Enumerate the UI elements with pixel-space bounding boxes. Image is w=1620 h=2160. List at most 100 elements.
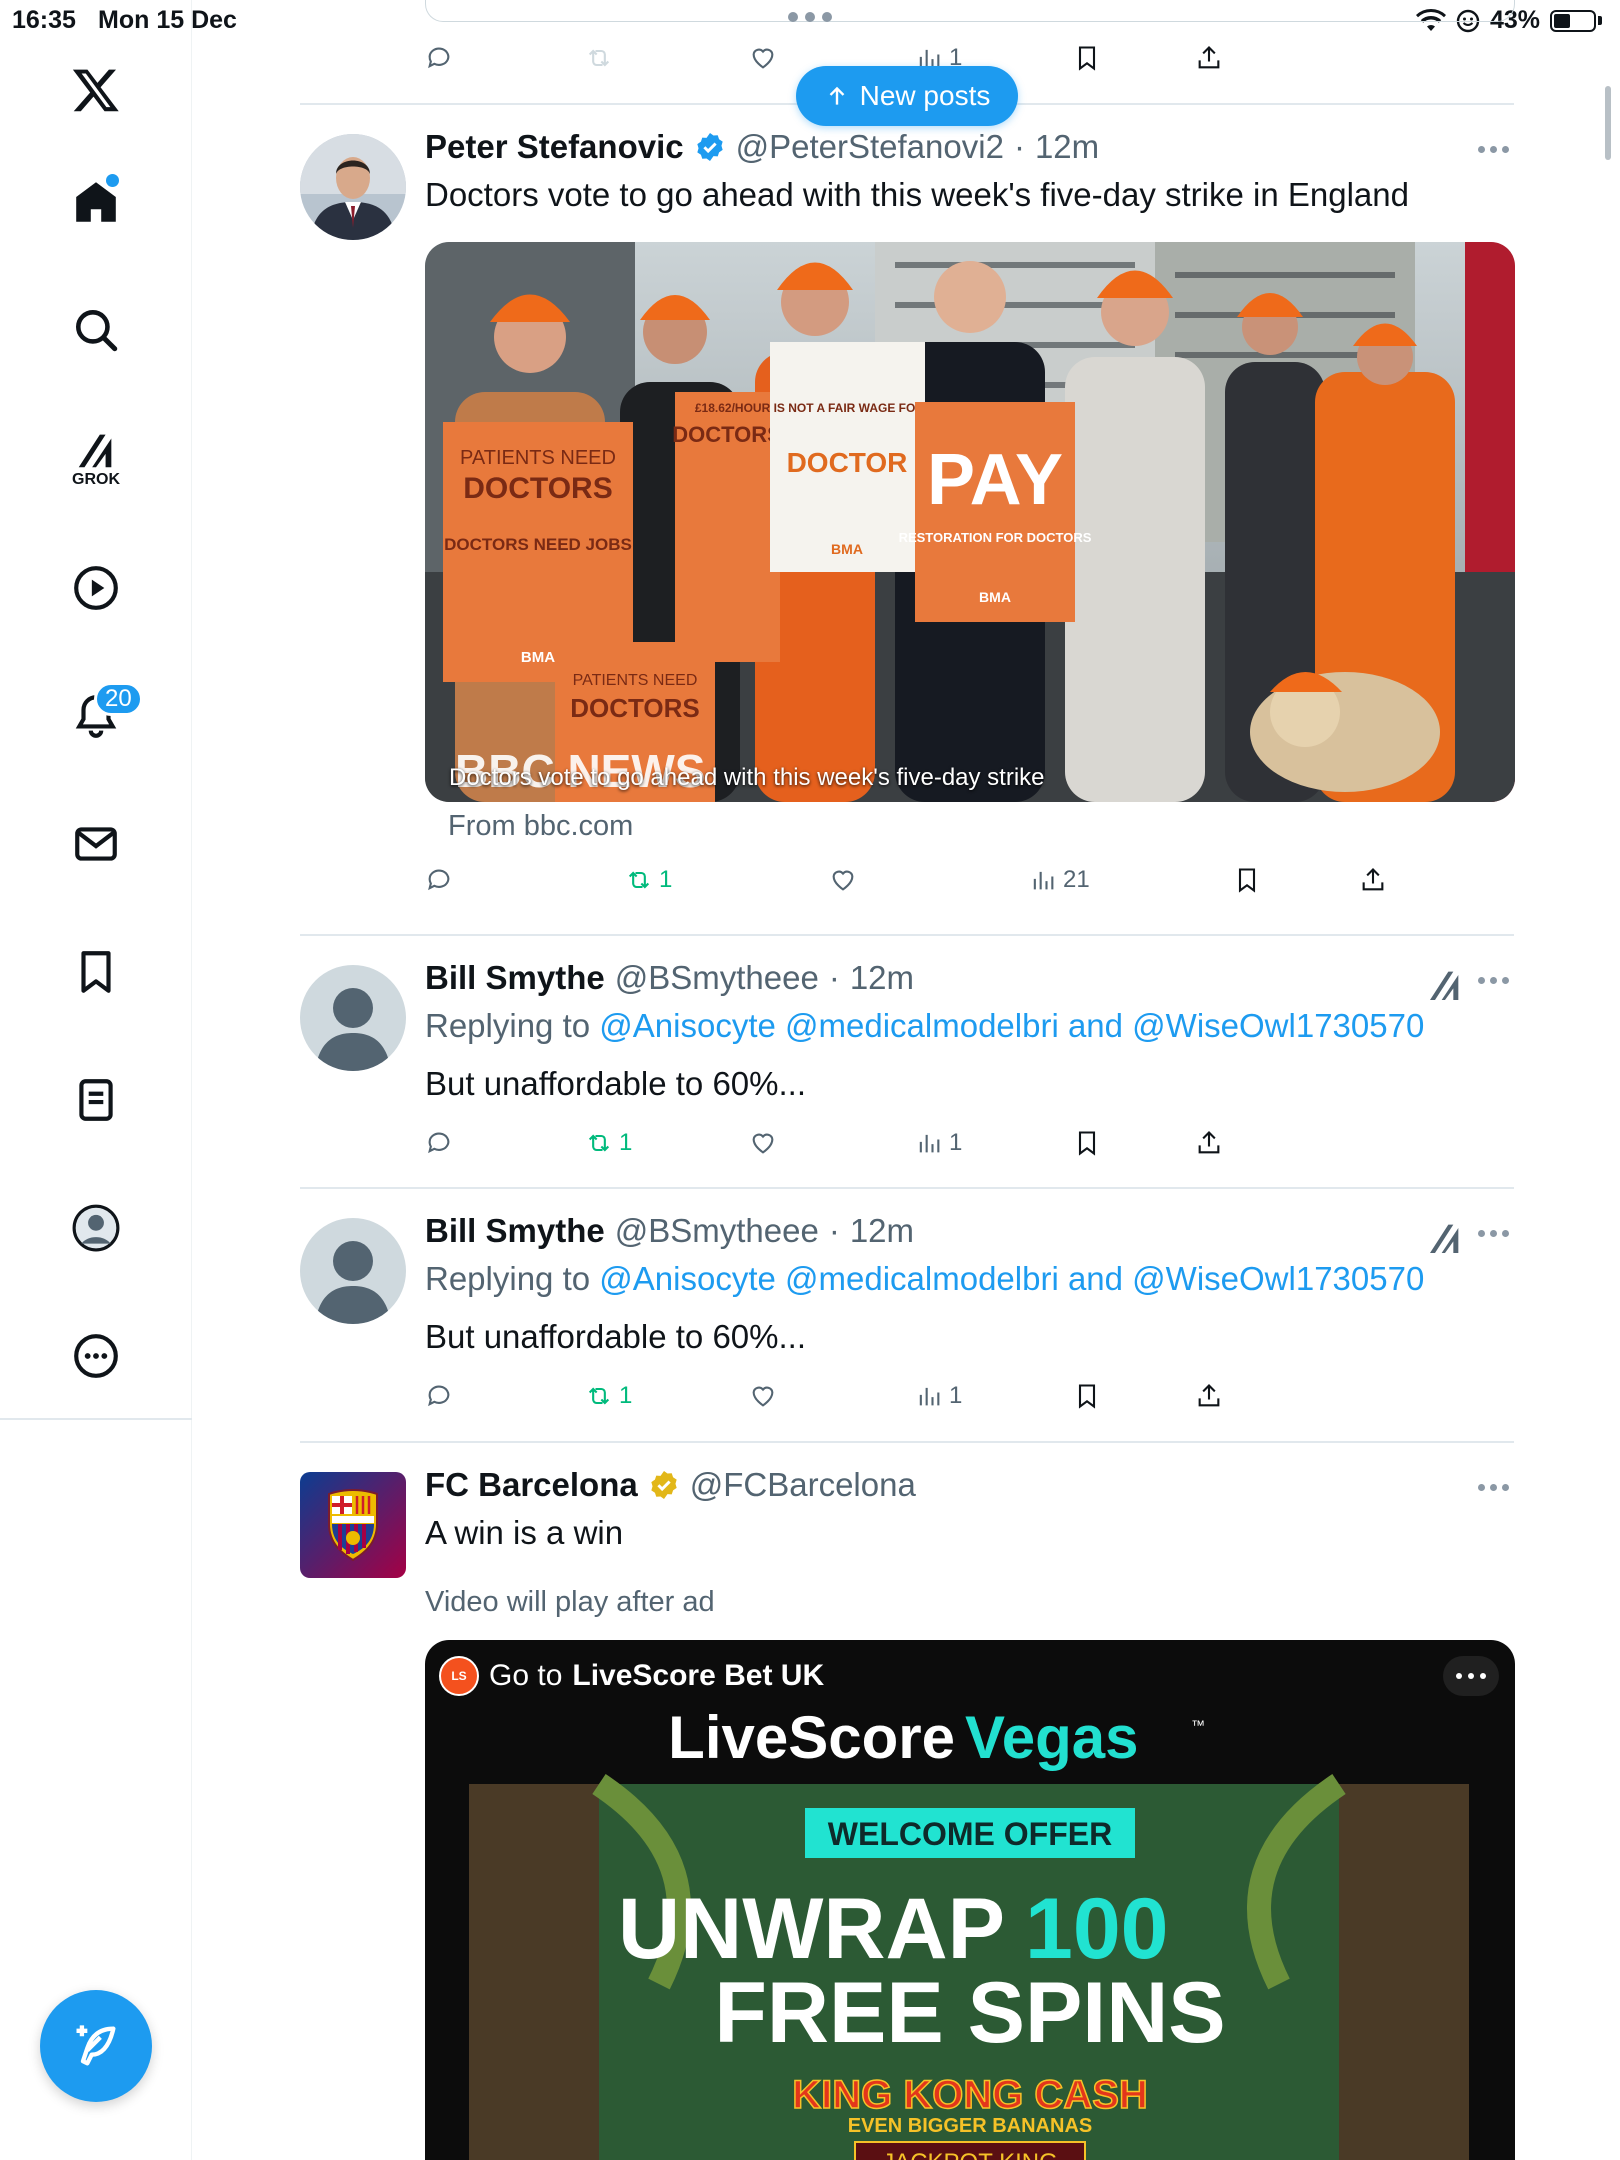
card-source[interactable]: From bbc.com <box>448 810 633 843</box>
svg-text:UNWRAP: UNWRAP <box>618 1881 1005 1977</box>
profile-avatar-icon[interactable] <box>56 1188 136 1268</box>
card-caption: Doctors vote to go ahead with this week'… <box>449 764 1045 791</box>
svg-text:™: ™ <box>1191 1717 1205 1733</box>
lists-icon[interactable] <box>56 1060 136 1140</box>
ad-header-prefix: Go to <box>489 1659 563 1692</box>
separator: · <box>828 959 840 996</box>
home-icon[interactable] <box>56 162 136 242</box>
default-avatar[interactable] <box>300 1218 406 1324</box>
post-more-button[interactable] <box>1478 1230 1514 1240</box>
author-name[interactable]: Peter Stefanovic <box>425 128 684 166</box>
svg-text:DOCTORS: DOCTORS <box>463 472 612 505</box>
compose-feather-icon <box>76 2025 116 2066</box>
post-bill-smythe: Bill Smythe @BSmytheee · 12m Replying to… <box>300 935 1514 1187</box>
author-handle[interactable]: @BSmytheee <box>615 1212 819 1250</box>
views-button[interactable]: 1 <box>915 1382 962 1410</box>
video-play-icon[interactable] <box>56 548 136 628</box>
svg-text:PATIENTS NEED: PATIENTS NEED <box>573 672 698 689</box>
livescore-logo-icon: LS <box>439 1656 479 1696</box>
retweet-count: 1 <box>619 1382 633 1409</box>
author-handle[interactable]: @FCBarcelona <box>690 1466 916 1504</box>
reply-button[interactable] <box>425 1382 453 1410</box>
window-grabber[interactable] <box>788 12 848 24</box>
verified-badge-icon <box>696 133 723 161</box>
notifications-bell-icon[interactable]: 20 <box>56 676 143 756</box>
share-button[interactable] <box>1195 1382 1223 1410</box>
post-actions: 1 21 <box>425 866 1384 906</box>
author-name[interactable]: Bill Smythe <box>425 1212 605 1250</box>
gold-verified-badge-icon <box>651 1471 677 1499</box>
svg-text:100: 100 <box>1025 1881 1169 1977</box>
bookmark-button[interactable] <box>1073 1129 1101 1157</box>
author-name[interactable]: Bill Smythe <box>425 959 605 997</box>
like-button[interactable] <box>829 866 857 894</box>
bookmark-button[interactable] <box>1233 866 1261 894</box>
ad-header-brand: LiveScore Bet UK <box>572 1659 825 1692</box>
messages-mail-icon[interactable] <box>56 804 136 884</box>
bookmark-button[interactable] <box>1073 44 1101 72</box>
retweet-button[interactable]: 1 <box>585 1129 632 1157</box>
search-icon[interactable] <box>56 290 136 370</box>
author-handle[interactable]: @PeterStefanovi2 <box>736 128 1004 166</box>
share-button[interactable] <box>1359 866 1387 894</box>
author-name[interactable]: FC Barcelona <box>425 1466 638 1504</box>
svg-text:KING KONG CASH: KING KONG CASH <box>792 2073 1148 2117</box>
scrollbar-thumb[interactable] <box>1605 86 1611 160</box>
post-more-button[interactable] <box>1478 1484 1514 1494</box>
like-button[interactable] <box>749 44 777 72</box>
views-count: 1 <box>949 1129 963 1156</box>
post-time[interactable]: 12m <box>1035 128 1099 166</box>
post-time[interactable]: 12m <box>850 959 914 997</box>
link-card-image[interactable]: PATIENTS NEED DOCTORS DOCTORS NEED JOBS … <box>425 242 1515 802</box>
battery-tip <box>1598 16 1602 25</box>
replying-to: Replying to @Anisocyte @medicalmodelbri … <box>425 1007 1424 1045</box>
post-more-button[interactable] <box>1478 977 1514 987</box>
reply-button[interactable] <box>425 1129 453 1157</box>
retweet-button[interactable]: 1 <box>585 1382 632 1410</box>
replying-to: Replying to @Anisocyte @medicalmodelbri … <box>425 1260 1424 1298</box>
video-ad-player[interactable]: LS Go to LiveScore Bet UK LiveScore Vega… <box>425 1640 1515 2160</box>
post-time[interactable]: 12m <box>850 1212 914 1250</box>
svg-text:DOCTORS: DOCTORS <box>570 693 700 723</box>
like-button[interactable] <box>749 1129 777 1157</box>
views-button[interactable]: 1 <box>915 1129 962 1157</box>
grok-icon[interactable] <box>1425 1218 1465 1258</box>
replying-mentions[interactable]: @Anisocyte @medicalmodelbri and @WiseOwl… <box>599 1260 1424 1297</box>
post-text: But unaffordable to 60%... <box>425 1318 806 1355</box>
replying-mentions[interactable]: @Anisocyte @medicalmodelbri and @WiseOwl… <box>599 1007 1424 1044</box>
author-handle[interactable]: @BSmytheee <box>615 959 819 997</box>
x-logo-icon[interactable] <box>56 50 136 130</box>
share-button[interactable] <box>1195 44 1223 72</box>
reply-button[interactable] <box>425 866 453 894</box>
bookmarks-icon[interactable] <box>56 932 136 1012</box>
grok-label: GROK <box>72 471 120 488</box>
bookmark-button[interactable] <box>1073 1382 1101 1410</box>
grok-nav-item[interactable]: GROK <box>56 418 136 498</box>
svg-text:PATIENTS NEED: PATIENTS NEED <box>460 447 616 469</box>
compose-post-button[interactable] <box>40 1990 152 2102</box>
post-text: But unaffordable to 60%... <box>425 1065 806 1102</box>
more-options-icon[interactable] <box>56 1316 136 1396</box>
home-unread-dot <box>106 174 119 187</box>
reply-button[interactable] <box>425 44 453 72</box>
fcb-crest-avatar[interactable] <box>300 1472 406 1578</box>
post-peter-stefanovic: Peter Stefanovic @PeterStefanovi2 · 12m … <box>300 104 1515 934</box>
separator: · <box>828 1212 840 1249</box>
video-ad-note: Video will play after ad <box>425 1586 715 1618</box>
views-count: 21 <box>1063 866 1090 893</box>
default-avatar[interactable] <box>300 965 406 1071</box>
retweet-button[interactable] <box>585 44 613 72</box>
post-more-button[interactable] <box>1478 146 1514 156</box>
retweet-button[interactable]: 1 <box>625 866 672 894</box>
ad-more-button[interactable] <box>1443 1656 1499 1696</box>
notifications-badge: 20 <box>94 682 143 716</box>
share-button[interactable] <box>1195 1129 1223 1157</box>
like-button[interactable] <box>749 1382 777 1410</box>
ad-header[interactable]: LS Go to LiveScore Bet UK <box>439 1656 824 1696</box>
replying-prefix: Replying to <box>425 1007 591 1044</box>
sidebar: GROK 20 <box>0 0 192 2160</box>
svg-text:DOCTORS NEED JOBS: DOCTORS NEED JOBS <box>444 535 632 554</box>
grok-icon[interactable] <box>1425 965 1465 1005</box>
views-button[interactable]: 21 <box>1029 866 1090 894</box>
avatar[interactable] <box>300 134 406 240</box>
